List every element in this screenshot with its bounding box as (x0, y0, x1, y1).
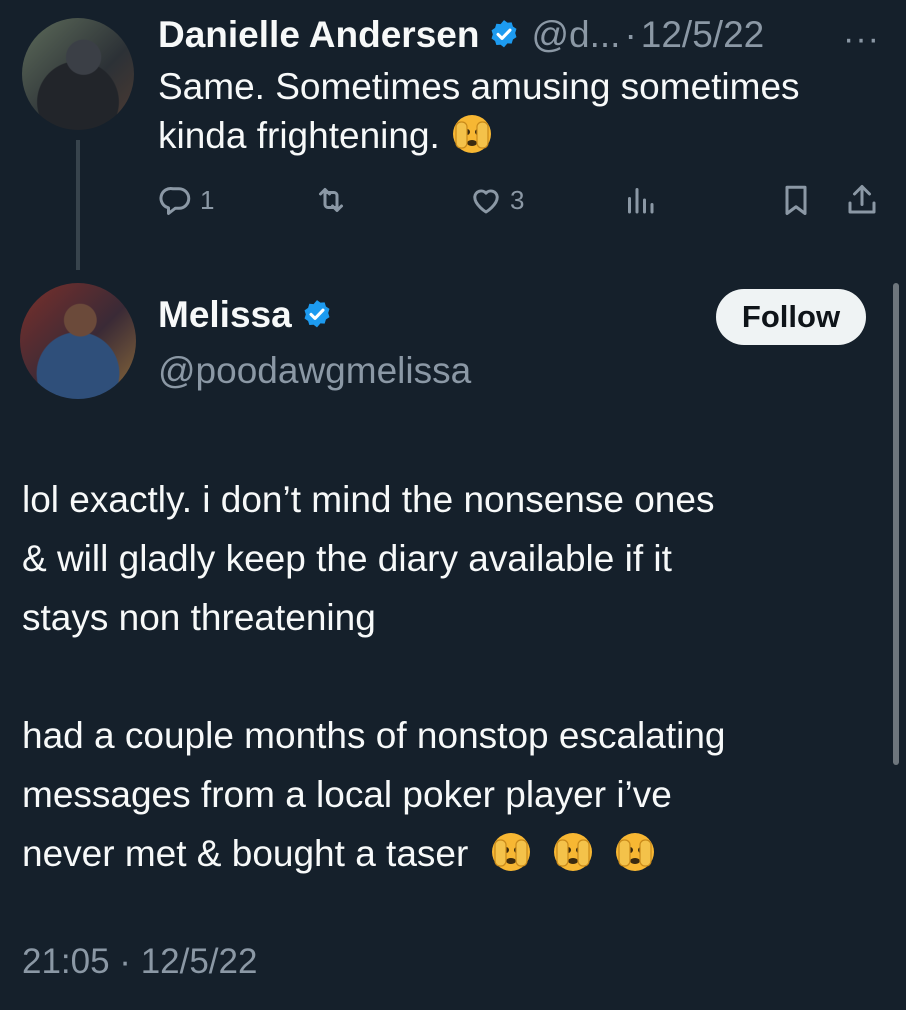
tweet-text-segment: kinda frightening. (158, 115, 440, 156)
tweet-date[interactable]: 12/5/22 (641, 14, 764, 56)
face-with-peeking-eye-icon (453, 115, 492, 153)
scrollbar[interactable] (893, 283, 899, 765)
separator-dot: · (624, 14, 637, 55)
share-icon (848, 185, 876, 214)
thread-line (76, 140, 80, 270)
tweet-text: Same. Sometimes amusing sometimes kinda … (158, 62, 858, 160)
parent-header: Danielle Andersen @d... · 12/5/22 (158, 14, 886, 56)
avatar-melissa[interactable] (20, 283, 136, 399)
retweet-button[interactable] (313, 182, 349, 218)
tweet-text-line: Same. Sometimes amusing sometimes (158, 66, 800, 107)
like-count: 3 (510, 184, 525, 215)
reply-icon (159, 186, 191, 215)
tweet-actions: 1 3 (158, 182, 888, 230)
author-name[interactable]: Melissa (158, 294, 292, 336)
reply-count: 1 (200, 184, 215, 215)
tweet-text-segment: never met & bought a taser (22, 833, 469, 874)
verified-badge-icon (492, 20, 517, 48)
author-handle[interactable]: @d... (531, 14, 620, 56)
views-button[interactable] (622, 182, 658, 218)
author-name-row: Melissa (158, 294, 471, 336)
tweet-text-line: stays non threatening (22, 597, 376, 638)
verified-badge-icon (304, 300, 330, 328)
avatar-danielle[interactable] (22, 18, 134, 130)
tweet-text-line: never met & bought a taser (22, 824, 882, 883)
face-with-peeking-eye-icon (616, 833, 655, 871)
reply-button[interactable]: 1 (158, 182, 214, 218)
face-with-peeking-eye-icon (553, 833, 592, 871)
views-chart-icon (628, 188, 654, 214)
retweet-icon (319, 188, 343, 212)
tweet-text-line: & will gladly keep the diary available i… (22, 538, 672, 579)
follow-button[interactable]: Follow (716, 289, 866, 345)
bookmark-button[interactable] (778, 182, 814, 218)
author-handle[interactable]: @poodawgmelissa (158, 350, 471, 392)
tweet-timestamp[interactable]: 21:05 · 12/5/22 (22, 942, 257, 982)
parent-tweet[interactable]: Danielle Andersen @d... · 12/5/22 ··· Sa… (158, 14, 886, 160)
main-tweet-text: lol exactly. i don’t mind the nonsense o… (22, 470, 882, 883)
bookmark-icon (785, 185, 807, 215)
more-options-icon[interactable]: ··· (843, 20, 880, 59)
main-tweet-header: Melissa @poodawgmelissa (158, 294, 471, 392)
tweet-text-line: kinda frightening. (158, 111, 858, 160)
author-name[interactable]: Danielle Andersen (158, 14, 479, 56)
tweet-text-line: had a couple months of nonstop escalatin… (22, 715, 726, 756)
like-button[interactable]: 3 (468, 182, 524, 218)
tweet-text-line: messages from a local poker player i’ve (22, 774, 672, 815)
face-with-peeking-eye-icon (491, 833, 530, 871)
tweet-text-line: lol exactly. i don’t mind the nonsense o… (22, 479, 715, 520)
share-button[interactable] (844, 182, 880, 218)
heart-icon (473, 189, 499, 214)
